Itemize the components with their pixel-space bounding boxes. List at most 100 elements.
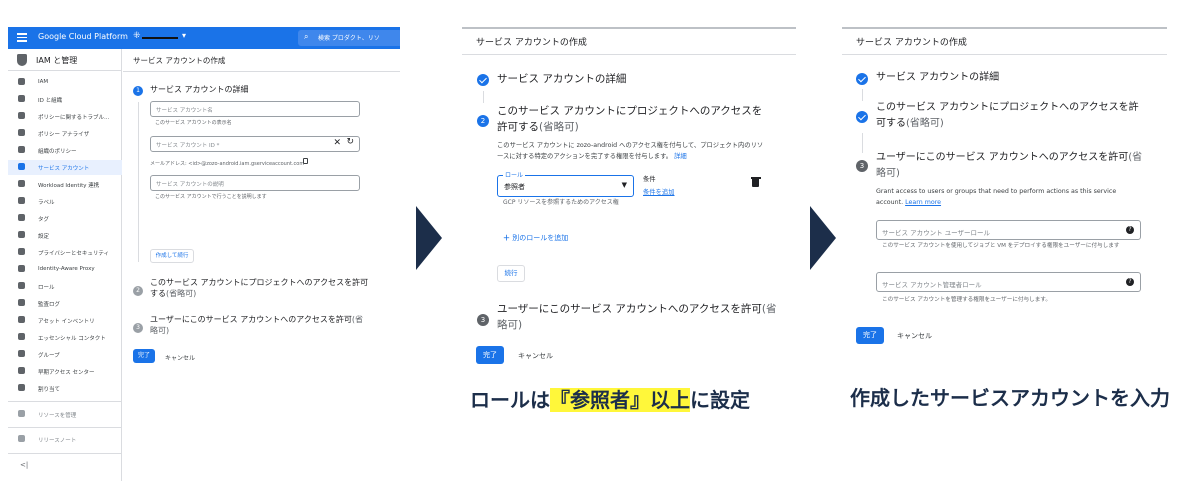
- sidebar-item-audit-logs[interactable]: 監査ログ: [8, 296, 122, 311]
- step1-title[interactable]: サービス アカウントの詳細: [876, 70, 999, 86]
- sidebar-item-quotas[interactable]: 割り当て: [8, 381, 122, 396]
- done-button[interactable]: 完了: [133, 349, 155, 363]
- hamburger-menu-icon[interactable]: [17, 31, 27, 45]
- plus-icon: ＋: [503, 234, 510, 242]
- step2-title[interactable]: このサービス アカウントにプロジェクトへのアクセスを許可する(省略可): [876, 100, 1146, 132]
- name-help: このサービス アカウントの表示名: [155, 120, 232, 126]
- page-title: サービス アカウントの作成: [133, 56, 226, 65]
- label-icon: [18, 197, 25, 204]
- top-bar: Google Cloud Platform ⁜ ▾ ⌕ 検索 プロダクト、リソ: [8, 27, 400, 49]
- user-role-help: このサービス アカウントを使用してジョブと VM をデプロイする権限をユーザーに…: [882, 243, 1120, 249]
- delete-icon[interactable]: [750, 177, 761, 187]
- sidebar-item-policy-analyzer[interactable]: ポリシー アナライザ: [8, 126, 122, 141]
- step-number-2: 2: [477, 115, 489, 127]
- step2-title[interactable]: このサービス アカウントにプロジェクトへのアクセスを許可する(省略可): [497, 103, 765, 135]
- sidebar-item-roles[interactable]: ロール: [8, 279, 122, 294]
- learn-more-link[interactable]: Learn more: [905, 199, 941, 206]
- sidebar-item-label: サービス アカウント: [38, 166, 90, 172]
- sidebar-divider: [8, 453, 122, 454]
- step3-title[interactable]: ユーザーにこのサービス アカウントへのアクセスを許可(省略可): [497, 301, 777, 333]
- person-add-icon: [18, 78, 25, 85]
- step-connector: [862, 133, 863, 153]
- sidebar: IAM と管理 IAM ID と組織 ポリシーに関するトラブル... ポリシー …: [8, 49, 122, 481]
- cancel-button[interactable]: キャンセル: [165, 353, 195, 362]
- sidebar-item-asset-inventory[interactable]: アセット インベントリ: [8, 313, 122, 328]
- sidebar-item-label: Identity-Aware Proxy: [38, 266, 95, 272]
- caption-input: 作成したサービスアカウントを入力: [850, 386, 1170, 410]
- help-icon[interactable]: ?: [1126, 226, 1134, 234]
- step1-title: サービス アカウントの詳細: [150, 85, 249, 94]
- help-icon[interactable]: ?: [1126, 278, 1134, 286]
- search-icon: ⌕: [304, 32, 309, 41]
- done-button[interactable]: 完了: [476, 346, 504, 364]
- sidebar-item-label: 割り当て: [38, 387, 61, 393]
- sidebar-item-service-accounts[interactable]: サービス アカウント: [8, 160, 122, 175]
- description-help: このサービス アカウントで行うことを説明します: [155, 194, 267, 200]
- sidebar-item-iam[interactable]: IAM: [8, 75, 122, 90]
- sidebar-item-labels[interactable]: ラベル: [8, 194, 122, 209]
- account-circle-icon: [18, 95, 25, 102]
- sidebar-item-label: ポリシー アナライザ: [38, 132, 90, 138]
- step2-title[interactable]: このサービス アカウントにプロジェクトへのアクセスを許可する(省略可): [150, 277, 370, 299]
- role-select[interactable]: ロール 参照者 ▼: [497, 170, 634, 197]
- search-input[interactable]: ⌕ 検索 プロダクト、リソ: [298, 30, 400, 46]
- service-account-name-input[interactable]: サービス アカウント名: [150, 101, 360, 117]
- sidebar-item-label: リソースを管理: [38, 413, 77, 419]
- service-account-description-input[interactable]: サービス アカウントの説明: [150, 175, 360, 191]
- chevron-down-icon: ▼: [621, 181, 627, 189]
- chevron-down-icon[interactable]: ▾: [182, 31, 186, 40]
- early-access-icon: [18, 367, 25, 374]
- sidebar-item-groups[interactable]: グループ: [8, 347, 122, 362]
- sidebar-item-tags[interactable]: タグ: [8, 211, 122, 226]
- step3-title[interactable]: ユーザーにこのサービス アカウントへのアクセスを許可(省略可): [150, 314, 370, 336]
- shield-icon: [18, 248, 25, 255]
- service-account-admin-role-input[interactable]: サービス アカウント管理者ロール ?: [876, 272, 1141, 292]
- refresh-icon[interactable]: ↻: [346, 137, 354, 147]
- main-content: サービス アカウントの作成 1 サービス アカウントの詳細 サービス アカウント…: [123, 49, 400, 481]
- sidebar-item-iap[interactable]: Identity-Aware Proxy: [8, 262, 122, 277]
- sidebar-item-workload-identity[interactable]: Workload Identity 連携: [8, 177, 122, 192]
- brand-title[interactable]: Google Cloud Platform: [38, 32, 128, 41]
- sidebar-item-essential-contacts[interactable]: エッセンシャル コンタクト: [8, 330, 122, 345]
- continue-button[interactable]: 続行: [497, 265, 525, 282]
- project-icon[interactable]: ⁜: [133, 31, 141, 41]
- description-placeholder: サービス アカウントの説明: [156, 182, 224, 188]
- role-value: 参照者: [504, 183, 525, 191]
- service-account-id-input[interactable]: サービス アカウント ID * ✕ ↻: [150, 136, 360, 152]
- sidebar-item-policy-troubleshooter[interactable]: ポリシーに関するトラブル...: [8, 109, 122, 124]
- sidebar-item-manage-resources[interactable]: リソースを管理: [8, 407, 122, 422]
- detail-link[interactable]: 詳細: [674, 153, 687, 160]
- sidebar-item-id-org[interactable]: ID と組織: [8, 92, 122, 107]
- sidebar-item-label: ポリシーに関するトラブル...: [38, 115, 110, 121]
- sidebar-item-label: プライバシーとセキュリティ: [38, 251, 110, 257]
- sidebar-item-settings[interactable]: 設定: [8, 228, 122, 243]
- group-icon: [18, 350, 25, 357]
- sidebar-item-privacy-security[interactable]: プライバシーとセキュリティ: [8, 245, 122, 260]
- audit-log-icon: [18, 299, 25, 306]
- cancel-button[interactable]: キャンセル: [897, 331, 932, 341]
- copy-icon[interactable]: [303, 158, 308, 164]
- sidebar-item-release-notes[interactable]: リリースノート: [8, 432, 122, 447]
- id-placeholder: サービス アカウント ID *: [156, 143, 220, 149]
- collapse-sidebar-icon[interactable]: <|: [20, 461, 28, 469]
- add-condition-link[interactable]: 条件を追加: [643, 187, 674, 196]
- project-name-redacted[interactable]: [142, 37, 178, 39]
- sidebar-item-label: ID と組織: [38, 98, 63, 104]
- step-number-3: 3: [133, 323, 143, 333]
- done-button[interactable]: 完了: [856, 327, 884, 344]
- create-and-continue-button[interactable]: 作成して続行: [150, 249, 194, 263]
- add-another-role-button[interactable]: ＋ 別のロールを追加: [503, 233, 568, 243]
- sidebar-item-early-access[interactable]: 早期アクセス センター: [8, 364, 122, 379]
- service-account-user-role-input[interactable]: サービス アカウント ユーザーロール ?: [876, 220, 1141, 240]
- arrow-right-icon: [416, 206, 442, 270]
- arrow-right-icon: [810, 206, 836, 270]
- sidebar-item-org-policies[interactable]: 組織のポリシー: [8, 143, 122, 158]
- cancel-button[interactable]: キャンセル: [518, 351, 553, 361]
- release-notes-icon: [18, 435, 25, 442]
- close-icon[interactable]: ✕: [333, 138, 341, 148]
- role-assignment-panel: サービス アカウントの作成 サービス アカウントの詳細 2 このサービス アカウ…: [462, 27, 796, 372]
- sidebar-item-label: 設定: [38, 234, 50, 240]
- step1-title[interactable]: サービス アカウントの詳細: [497, 71, 626, 87]
- sidebar-header: IAM と管理: [8, 49, 122, 71]
- step3-title[interactable]: ユーザーにこのサービス アカウントへのアクセスを許可(省略可): [876, 150, 1151, 182]
